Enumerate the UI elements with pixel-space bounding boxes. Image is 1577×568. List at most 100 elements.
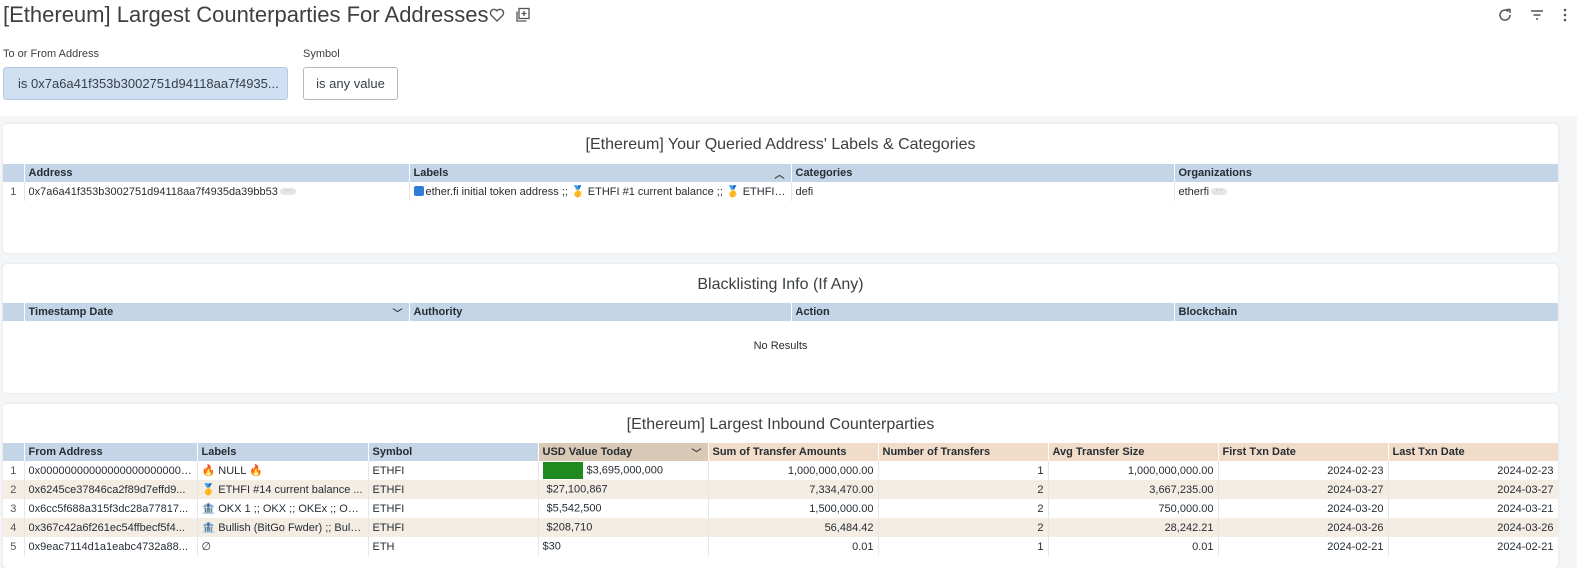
symbol-cell[interactable]: ETH bbox=[368, 537, 539, 556]
row-number: 3 bbox=[3, 499, 25, 518]
labels-cell[interactable]: ∅ bbox=[197, 537, 369, 556]
address-filter-label: To or From Address bbox=[3, 48, 99, 60]
first-txn-date-cell[interactable]: 2024-02-21 bbox=[1218, 537, 1389, 556]
blacklist-table: Timestamp Date ﹀ Authority Action Blockch… bbox=[3, 303, 1558, 321]
avg-transfer-cell[interactable]: 1,000,000,000.00 bbox=[1048, 461, 1219, 480]
from-address-cell[interactable]: 0x367c42a6f261ec54ffbecf5f4... bbox=[24, 518, 198, 537]
column-header-first-txn-date[interactable]: First Txn Date bbox=[1218, 443, 1389, 461]
first-txn-date-cell[interactable]: 2024-03-26 bbox=[1218, 518, 1389, 537]
column-header-labels[interactable]: Labels bbox=[197, 443, 369, 461]
column-header-last-txn-date[interactable]: Last Txn Date bbox=[1388, 443, 1558, 461]
tile-title: [Ethereum] Your Queried Address' Labels … bbox=[585, 136, 976, 153]
row-number: 4 bbox=[3, 518, 25, 537]
labels-cell[interactable]: 🏦 OKX 1 ;; OKX ;; OKEx ;; OKEx... bbox=[197, 499, 369, 518]
favorite-heart-icon[interactable] bbox=[489, 7, 505, 28]
table-row: 5 0x9eac7114d1a1eabc4732a88... ∅ ETH $30 0.01… bbox=[3, 537, 1558, 556]
sum-transfer-cell[interactable]: 0.01 bbox=[708, 537, 879, 556]
column-header-from-address[interactable]: From Address bbox=[24, 443, 198, 461]
table-row: 1 0x7a6a41f353b3002751d94118aa7f4935da39… bbox=[3, 182, 1558, 201]
transfer-count-cell[interactable]: 2 bbox=[878, 518, 1049, 537]
avg-transfer-cell[interactable]: 0.01 bbox=[1048, 537, 1219, 556]
first-txn-date-cell[interactable]: 2024-02-23 bbox=[1218, 461, 1389, 480]
filters-bar: To or From Address is 0x7a6a41f353b30027… bbox=[0, 40, 1577, 116]
column-header-avg-transfer-size[interactable]: Avg Transfer Size bbox=[1048, 443, 1219, 461]
first-txn-date-cell[interactable]: 2024-03-27 bbox=[1218, 480, 1389, 499]
from-address-cell[interactable]: 0x9eac7114d1a1eabc4732a88... bbox=[24, 537, 198, 556]
transfer-count-cell[interactable]: 2 bbox=[878, 480, 1049, 499]
transfer-count-cell[interactable]: 2 bbox=[878, 499, 1049, 518]
column-header-number-of-transfers[interactable]: Number of Transfers bbox=[878, 443, 1049, 461]
address-cell[interactable]: 0x7a6a41f353b3002751d94118aa7f4935da39bb… bbox=[24, 182, 410, 201]
transfer-count-cell[interactable]: 1 bbox=[878, 461, 1049, 480]
sort-desc-icon[interactable]: ﹀ bbox=[393, 305, 403, 320]
column-header-timestamp-date[interactable]: Timestamp Date ﹀ bbox=[24, 303, 410, 321]
from-address-cell[interactable]: 0x000000000000000000000000000000... bbox=[24, 461, 198, 480]
column-header-action[interactable]: Action bbox=[791, 303, 1175, 321]
add-to-board-icon[interactable] bbox=[515, 7, 531, 28]
sort-desc-icon[interactable]: ﹀ bbox=[692, 445, 702, 460]
symbol-cell[interactable]: ETHFI bbox=[368, 499, 539, 518]
refresh-icon[interactable] bbox=[1497, 7, 1513, 28]
usd-value-cell[interactable]: $5,542,500 bbox=[538, 499, 709, 518]
page-title: [Ethereum] Largest Counterparties For Ad… bbox=[3, 2, 489, 27]
labels-cell[interactable]: 🥇 ETHFI #14 current balance ... bbox=[197, 480, 369, 499]
column-header-categories[interactable]: Categories bbox=[791, 164, 1175, 182]
etherfi-logo-icon bbox=[413, 186, 424, 196]
avg-transfer-cell[interactable]: 750,000.00 bbox=[1048, 499, 1219, 518]
labels-cell[interactable]: 🔥 NULL 🔥 bbox=[197, 461, 369, 480]
table-row: 4 0x367c42a6f261ec54ffbecf5f4... 🏦 Bullish… bbox=[3, 518, 1558, 537]
blacklist-tile: Blacklisting Info (If Any) Timestamp Dat… bbox=[3, 264, 1558, 393]
sum-transfer-cell[interactable]: 1,000,000,000.00 bbox=[708, 461, 879, 480]
column-header-blockchain[interactable]: Blockchain bbox=[1174, 303, 1558, 321]
inbound-counterparties-tile: [Ethereum] Largest Inbound Counterpartie… bbox=[3, 404, 1558, 568]
labels-cell[interactable]: 🏦 Bullish (BitGo Fwder) ;; Bulli... bbox=[197, 518, 369, 537]
from-address-cell[interactable]: 0x6cc5f688a315f3dc28a77817... bbox=[24, 499, 198, 518]
usd-value-cell[interactable]: $30 bbox=[538, 537, 709, 556]
usd-value-cell[interactable]: $208,710 bbox=[538, 518, 709, 537]
labels-cell[interactable]: ether.fi initial token address ;; 🥇 ETHF… bbox=[409, 182, 792, 201]
transfer-count-cell[interactable]: 1 bbox=[878, 537, 1049, 556]
labels-table: Address Labels ︿ Categories Organizations… bbox=[3, 164, 1558, 201]
more-options-icon[interactable] bbox=[1561, 7, 1577, 28]
inbound-table: From Address Labels Symbol USD Value Tod… bbox=[3, 443, 1558, 556]
symbol-cell[interactable]: ETHFI bbox=[368, 461, 539, 480]
column-header-labels[interactable]: Labels ︿ bbox=[409, 164, 792, 182]
inbound-table-body: 10x000000000000000000000000000000...🔥 NU… bbox=[3, 461, 1558, 556]
more-pill-icon[interactable]: ··· bbox=[279, 187, 296, 196]
column-header-usd-value-today[interactable]: USD Value Today ﹀ bbox=[538, 443, 709, 461]
column-header-organizations[interactable]: Organizations bbox=[1174, 164, 1558, 182]
from-address-cell[interactable]: 0x6245ce37846ca2f89d7effd9... bbox=[24, 480, 198, 499]
filter-icon[interactable] bbox=[1529, 7, 1545, 28]
table-row: 2 0x6245ce37846ca2f89d7effd9... 🥇 ETHFI #1… bbox=[3, 480, 1558, 499]
avg-transfer-cell[interactable]: 3,667,235.00 bbox=[1048, 480, 1219, 499]
sum-transfer-cell[interactable]: 1,500,000.00 bbox=[708, 499, 879, 518]
symbol-cell[interactable]: ETHFI bbox=[368, 480, 539, 499]
first-txn-date-cell[interactable]: 2024-03-20 bbox=[1218, 499, 1389, 518]
last-txn-date-cell[interactable]: 2024-03-27 bbox=[1388, 480, 1558, 499]
categories-cell[interactable]: defi bbox=[791, 182, 1175, 201]
table-row: 3 0x6cc5f688a315f3dc28a77817... 🏦 OKX 1 ;;… bbox=[3, 499, 1558, 518]
usd-value-cell[interactable]: $27,100,867 bbox=[538, 480, 709, 499]
row-number: 2 bbox=[3, 480, 25, 499]
sum-transfer-cell[interactable]: 56,484.42 bbox=[708, 518, 879, 537]
usd-value-bar bbox=[542, 462, 583, 479]
column-header-sum-of-transfer-amounts[interactable]: Sum of Transfer Amounts bbox=[708, 443, 879, 461]
address-filter-button[interactable]: is 0x7a6a41f353b3002751d94118aa7f4935... bbox=[3, 67, 288, 100]
sum-transfer-cell[interactable]: 7,334,470.00 bbox=[708, 480, 879, 499]
row-number: 1 bbox=[3, 461, 25, 480]
last-txn-date-cell[interactable]: 2024-03-21 bbox=[1388, 499, 1558, 518]
last-txn-date-cell[interactable]: 2024-03-26 bbox=[1388, 518, 1558, 537]
avg-transfer-cell[interactable]: 28,242.21 bbox=[1048, 518, 1219, 537]
column-header-authority[interactable]: Authority bbox=[409, 303, 792, 321]
symbol-cell[interactable]: ETHFI bbox=[368, 518, 539, 537]
column-header-symbol[interactable]: Symbol bbox=[368, 443, 539, 461]
organizations-cell[interactable]: etherfi ··· bbox=[1174, 182, 1558, 201]
usd-value-cell[interactable]: $3,695,000,000 bbox=[538, 461, 709, 480]
more-pill-icon[interactable]: ··· bbox=[1211, 187, 1228, 196]
last-txn-date-cell[interactable]: 2024-02-21 bbox=[1388, 537, 1558, 556]
symbol-filter-button[interactable]: is any value bbox=[303, 67, 398, 100]
no-results-text: No Results bbox=[753, 340, 808, 352]
column-header-address[interactable]: Address bbox=[24, 164, 410, 182]
sort-asc-icon[interactable]: ︿ bbox=[775, 166, 785, 181]
last-txn-date-cell[interactable]: 2024-02-23 bbox=[1388, 461, 1558, 480]
